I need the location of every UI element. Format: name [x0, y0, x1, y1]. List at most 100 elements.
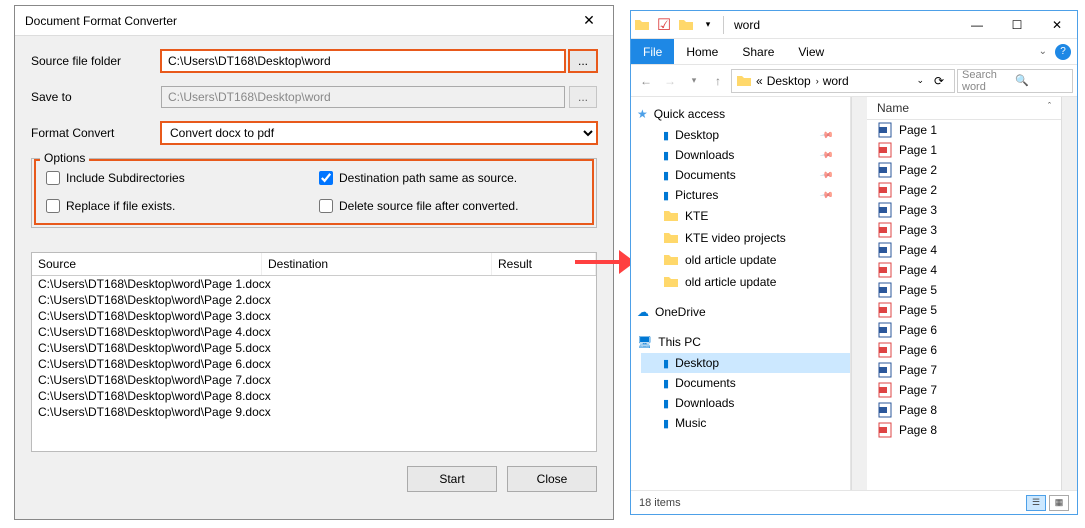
file-item[interactable]: Page 7 [867, 360, 1061, 380]
table-row[interactable]: C:\Users\DT168\Desktop\word\Page 7.docx [32, 372, 596, 388]
table-row[interactable]: C:\Users\DT168\Desktop\word\Page 3.docx [32, 308, 596, 324]
dropdown-icon[interactable]: ⌄ [916, 75, 924, 86]
maximize-button[interactable]: ☐ [997, 12, 1037, 38]
file-item[interactable]: Page 4 [867, 240, 1061, 260]
tab-home[interactable]: Home [674, 39, 730, 64]
tree-item[interactable]: ▮Music [641, 413, 850, 433]
table-row[interactable]: C:\Users\DT168\Desktop\word\Page 9.docx [32, 404, 596, 420]
checkbox-delete[interactable] [319, 199, 333, 213]
ribbon: File Home Share View ⌄ ? [631, 39, 1077, 65]
view-icons-button[interactable]: ▦ [1049, 495, 1069, 511]
tree-item[interactable]: ▮Desktop [641, 125, 850, 145]
file-item[interactable]: Page 1 [867, 140, 1061, 160]
opt-dest-same[interactable]: Destination path same as source. [319, 171, 582, 185]
start-button[interactable]: Start [407, 466, 497, 492]
item-count: 18 items [639, 497, 681, 509]
file-item[interactable]: Page 8 [867, 400, 1061, 420]
tree-item[interactable]: old article update [641, 249, 850, 271]
file-view[interactable]: Nameˆ Page 1Page 1Page 2Page 2Page 3Page… [867, 97, 1061, 490]
view-details-button[interactable]: ☰ [1026, 495, 1046, 511]
tree-item[interactable]: KTE [641, 205, 850, 227]
close-dialog-button[interactable]: Close [507, 466, 597, 492]
source-label: Source file folder [31, 54, 161, 68]
source-input[interactable] [161, 50, 565, 72]
col-destination[interactable]: Destination [262, 253, 492, 275]
window-title: word [734, 18, 760, 32]
titlebar: Document Format Converter ✕ [15, 6, 613, 36]
help-icon[interactable]: ? [1055, 44, 1071, 60]
format-select[interactable]: Convert docx to pdf [161, 122, 597, 144]
table-row[interactable]: C:\Users\DT168\Desktop\word\Page 6.docx [32, 356, 596, 372]
tree-item[interactable]: ▮Downloads [641, 393, 850, 413]
search-input[interactable]: Search word 🔍 [957, 69, 1073, 93]
quick-access[interactable]: ★Quick access [631, 103, 850, 125]
options-legend: Options [40, 151, 89, 165]
saveto-label: Save to [31, 90, 161, 104]
minimize-button[interactable]: — [957, 12, 997, 38]
this-pc[interactable]: 🖥This PC [631, 331, 850, 353]
table-row[interactable]: C:\Users\DT168\Desktop\word\Page 5.docx [32, 340, 596, 356]
table-row[interactable]: C:\Users\DT168\Desktop\word\Page 1.docx [32, 276, 596, 292]
file-item[interactable]: Page 8 [867, 420, 1061, 440]
files-scrollbar[interactable] [1061, 97, 1077, 490]
up-button[interactable]: ↑ [707, 70, 729, 92]
opt-include-sub[interactable]: Include Subdirectories [46, 171, 309, 185]
tab-share[interactable]: Share [730, 39, 786, 64]
table-row[interactable]: C:\Users\DT168\Desktop\word\Page 2.docx [32, 292, 596, 308]
files-header[interactable]: Nameˆ [867, 97, 1061, 120]
tree-item[interactable]: ▮Downloads [641, 145, 850, 165]
table-row[interactable]: C:\Users\DT168\Desktop\word\Page 8.docx [32, 388, 596, 404]
close-window-button[interactable]: ✕ [1037, 12, 1077, 38]
tree-item[interactable]: ▮Desktop [641, 353, 850, 373]
file-list[interactable]: Source Destination Result C:\Users\DT168… [31, 252, 597, 452]
checkmark-icon[interactable]: ☑ [653, 15, 675, 35]
tab-view[interactable]: View [786, 39, 836, 64]
file-item[interactable]: Page 7 [867, 380, 1061, 400]
status-bar: 18 items ☰ ▦ [631, 490, 1077, 514]
file-item[interactable]: Page 5 [867, 280, 1061, 300]
list-header: Source Destination Result [32, 253, 596, 276]
folder-icon-2 [675, 17, 697, 33]
file-item[interactable]: Page 1 [867, 120, 1061, 140]
expand-ribbon-icon[interactable]: ⌄ [1039, 46, 1047, 57]
tree-item[interactable]: ▮Pictures [641, 185, 850, 205]
explorer-window: ☑ ▾ word — ☐ ✕ File Home Share View ⌄ ? … [630, 10, 1078, 515]
file-item[interactable]: Page 6 [867, 320, 1061, 340]
opt-replace[interactable]: Replace if file exists. [46, 199, 309, 213]
nav-tree[interactable]: ★Quick access ▮Desktop▮Downloads▮Documen… [631, 97, 851, 490]
tree-scrollbar[interactable] [851, 97, 867, 490]
back-button[interactable]: ← [635, 70, 657, 92]
file-item[interactable]: Page 6 [867, 340, 1061, 360]
col-source[interactable]: Source [32, 253, 262, 275]
converter-dialog: Document Format Converter ✕ Source file … [14, 5, 614, 520]
sort-icon[interactable]: ˆ [1048, 101, 1051, 115]
tab-file[interactable]: File [631, 39, 674, 64]
recent-button[interactable]: ▾ [683, 70, 705, 92]
tree-item[interactable]: ▮Documents [641, 165, 850, 185]
table-row[interactable]: C:\Users\DT168\Desktop\word\Page 4.docx [32, 324, 596, 340]
tree-item[interactable]: KTE video projects [641, 227, 850, 249]
opt-delete[interactable]: Delete source file after converted. [319, 199, 582, 213]
tree-item[interactable]: old article update [641, 271, 850, 293]
file-item[interactable]: Page 2 [867, 160, 1061, 180]
checkbox-replace[interactable] [46, 199, 60, 213]
browse-source-button[interactable]: ... [569, 50, 597, 72]
tree-item[interactable]: ▮Documents [641, 373, 850, 393]
checkbox-include-sub[interactable] [46, 171, 60, 185]
file-item[interactable]: Page 3 [867, 200, 1061, 220]
dropdown-icon[interactable]: ▾ [697, 19, 719, 30]
search-icon: 🔍 [1015, 74, 1068, 87]
crumb-word[interactable]: word [823, 74, 849, 88]
crumb-desktop[interactable]: Desktop› [767, 74, 819, 88]
address-bar: ← → ▾ ↑ « Desktop› word ⌄ ⟳ Search word … [631, 65, 1077, 97]
close-button[interactable]: ✕ [569, 7, 609, 35]
checkbox-dest-same[interactable] [319, 171, 333, 185]
forward-button[interactable]: → [659, 70, 681, 92]
file-item[interactable]: Page 4 [867, 260, 1061, 280]
onedrive[interactable]: ☁OneDrive [631, 301, 850, 323]
refresh-button[interactable]: ⟳ [928, 74, 950, 88]
file-item[interactable]: Page 3 [867, 220, 1061, 240]
file-item[interactable]: Page 5 [867, 300, 1061, 320]
breadcrumb[interactable]: « Desktop› word ⌄ ⟳ [731, 69, 955, 93]
file-item[interactable]: Page 2 [867, 180, 1061, 200]
